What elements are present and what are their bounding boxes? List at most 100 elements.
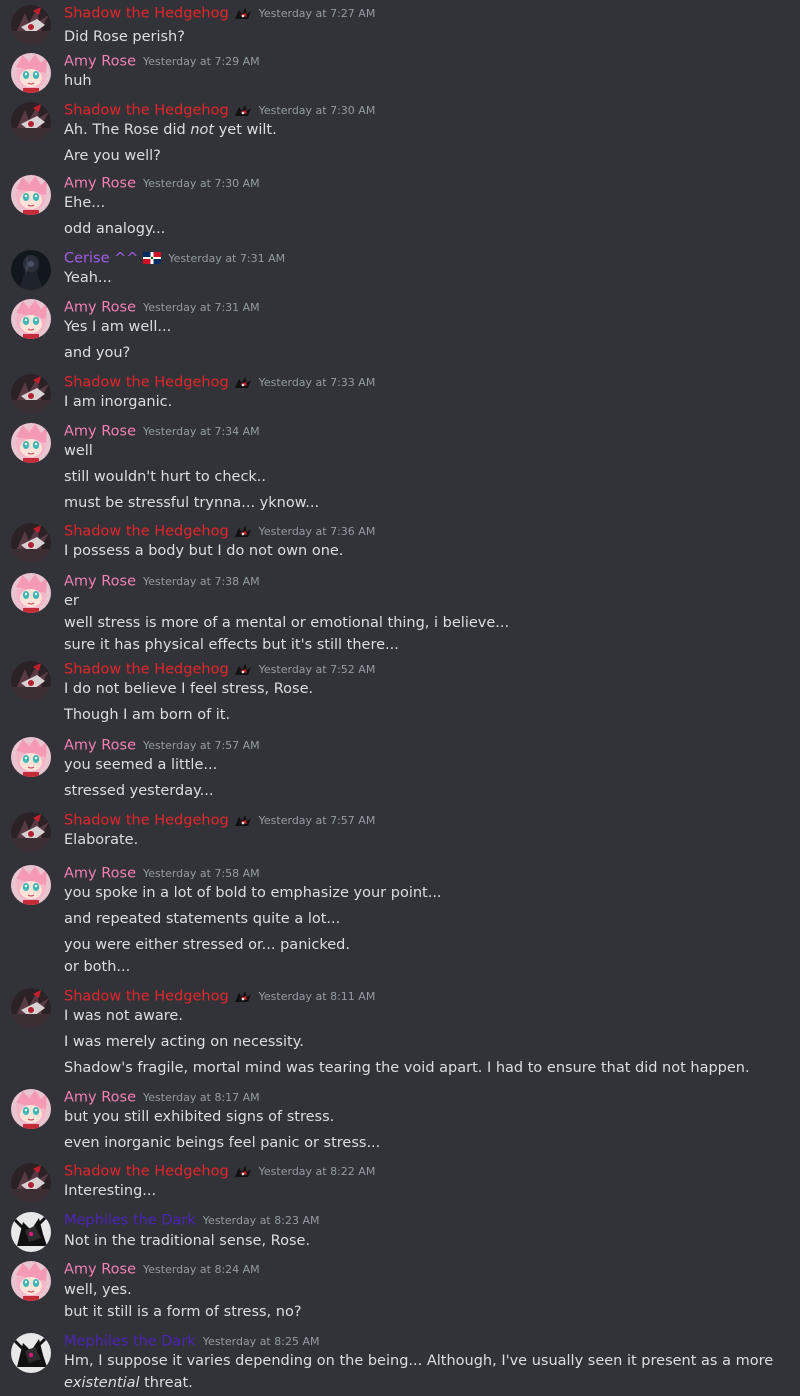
message-header: Mephiles the Dark Yesterday at 8:25 AM <box>64 1331 319 1353</box>
avatar[interactable] <box>11 1261 51 1301</box>
message-timestamp: Yesterday at 7:57 AM <box>258 814 376 827</box>
message-text: and repeated statements quite a lot... <box>64 911 341 927</box>
message-text: even inorganic beings feel panic or stre… <box>64 1135 381 1151</box>
avatar[interactable] <box>11 812 51 852</box>
author-name[interactable]: Amy Rose <box>64 738 136 754</box>
message-text: Interesting... <box>64 1183 157 1199</box>
shadow-badge-icon <box>234 7 252 21</box>
message-text: and you? <box>64 345 131 361</box>
avatar[interactable] <box>11 1163 51 1203</box>
message-text: you were either stressed or... panicked. <box>64 937 350 953</box>
message-header: Amy Rose Yesterday at 8:24 AM <box>64 1259 260 1281</box>
avatar[interactable] <box>11 53 51 93</box>
message-timestamp: Yesterday at 7:57 AM <box>143 739 260 752</box>
message-header: Shadow the Hedgehog Yesterday at 7:36 AM <box>64 521 375 543</box>
avatar[interactable] <box>11 988 51 1028</box>
message-timestamp: Yesterday at 7:33 AM <box>258 376 376 389</box>
message-header: Amy Rose Yesterday at 7:31 AM <box>64 297 260 319</box>
message-text: Ah. The Rose did not yet wilt. <box>64 120 277 140</box>
message-header: Shadow the Hedgehog Yesterday at 7:33 AM <box>64 372 375 394</box>
author-name[interactable]: Amy Rose <box>64 300 136 316</box>
avatar[interactable] <box>11 5 51 45</box>
avatar[interactable] <box>11 423 51 463</box>
message-timestamp: Yesterday at 7:34 AM <box>143 425 260 438</box>
avatar[interactable] <box>11 102 51 142</box>
author-name[interactable]: Mephiles the Dark <box>64 1334 196 1350</box>
message-text: well <box>64 443 93 459</box>
avatar[interactable] <box>11 1333 51 1373</box>
message-text: but it still is a form of stress, no? <box>64 1304 302 1320</box>
message-timestamp: Yesterday at 8:11 AM <box>258 990 376 1003</box>
author-name[interactable]: Mephiles the Dark <box>64 1213 196 1229</box>
message-text: I do not believe I feel stress, Rose. <box>64 681 314 697</box>
message-text: Hm, I suppose it varies depending on the… <box>64 1353 774 1369</box>
author-name[interactable]: Shadow the Hedgehog <box>64 1164 229 1180</box>
message-text: huh <box>64 73 92 89</box>
author-name[interactable]: Shadow the Hedgehog <box>64 6 229 22</box>
avatar[interactable] <box>11 250 51 290</box>
author-name[interactable]: Shadow the Hedgehog <box>64 524 229 540</box>
avatar[interactable] <box>11 175 51 215</box>
message-text: I was merely acting on necessity. <box>64 1034 304 1050</box>
avatar[interactable] <box>11 1212 51 1252</box>
message-header: Amy Rose Yesterday at 7:30 AM <box>64 173 260 195</box>
author-name[interactable]: Amy Rose <box>64 176 136 192</box>
message-timestamp: Yesterday at 7:29 AM <box>143 55 260 68</box>
message-text: Though I am born of it. <box>64 707 231 723</box>
dominican-flag-icon <box>143 251 162 266</box>
message-text-emphasis: not <box>190 122 215 138</box>
message-text: Yeah... <box>64 270 112 286</box>
avatar[interactable] <box>11 523 51 563</box>
message-text: you spoke in a lot of bold to emphasize … <box>64 885 442 901</box>
avatar[interactable] <box>11 573 51 613</box>
avatar[interactable] <box>11 374 51 414</box>
message-header: Amy Rose Yesterday at 7:34 AM <box>64 421 260 443</box>
author-name[interactable]: Amy Rose <box>64 574 136 590</box>
message-header: Shadow the Hedgehog Yesterday at 7:27 AM <box>64 3 375 25</box>
message-text: odd analogy... <box>64 221 166 237</box>
author-name[interactable]: Amy Rose <box>64 54 136 70</box>
shadow-badge-icon <box>234 525 252 539</box>
author-name[interactable]: Shadow the Hedgehog <box>64 989 229 1005</box>
avatar[interactable] <box>11 299 51 339</box>
author-name[interactable]: Shadow the Hedgehog <box>64 662 229 678</box>
author-name[interactable]: Amy Rose <box>64 1262 136 1278</box>
author-name[interactable]: Shadow the Hedgehog <box>64 813 229 829</box>
shadow-badge-icon <box>234 376 252 390</box>
message-header: Cerise ^^ Yesterday at 7:31 AM <box>64 248 285 270</box>
message-text: must be stressful trynna... yknow... <box>64 495 320 511</box>
message-timestamp: Yesterday at 7:36 AM <box>258 525 376 538</box>
message-text: Elaborate. <box>64 832 139 848</box>
message-header: Shadow the Hedgehog Yesterday at 8:11 AM <box>64 986 375 1008</box>
message-header: Amy Rose Yesterday at 7:57 AM <box>64 735 260 757</box>
author-name[interactable]: Shadow the Hedgehog <box>64 103 229 119</box>
author-name[interactable]: Amy Rose <box>64 424 136 440</box>
message-text: I am inorganic. <box>64 394 173 410</box>
message-text-part: yet wilt. <box>214 122 277 138</box>
author-name[interactable]: Amy Rose <box>64 866 136 882</box>
avatar[interactable] <box>11 865 51 905</box>
message-text-part: Ah. The Rose did <box>64 122 191 138</box>
message-text-part: threat. <box>139 1375 193 1391</box>
message-timestamp: Yesterday at 7:31 AM <box>168 252 286 265</box>
author-name[interactable]: Shadow the Hedgehog <box>64 375 229 391</box>
message-timestamp: Yesterday at 7:38 AM <box>143 575 260 588</box>
message-text: I was not aware. <box>64 1008 183 1024</box>
message-timestamp: Yesterday at 7:27 AM <box>258 7 376 20</box>
message-timestamp: Yesterday at 7:30 AM <box>143 177 260 190</box>
message-text: well stress is more of a mental or emoti… <box>64 615 510 631</box>
message-timestamp: Yesterday at 8:22 AM <box>258 1165 376 1178</box>
message-text: Not in the traditional sense, Rose. <box>64 1233 311 1249</box>
message-header: Shadow the Hedgehog Yesterday at 7:30 AM <box>64 100 375 122</box>
message-text: you seemed a little... <box>64 757 218 773</box>
chat-message-list[interactable]: Shadow the Hedgehog Yesterday at 7:27 AM D… <box>0 0 800 1396</box>
avatar[interactable] <box>11 1089 51 1129</box>
message-text: er <box>64 593 79 609</box>
message-timestamp: Yesterday at 8:23 AM <box>202 1214 320 1227</box>
author-name[interactable]: Cerise ^^ <box>64 251 138 267</box>
message-header: Shadow the Hedgehog Yesterday at 8:22 AM <box>64 1161 375 1183</box>
avatar[interactable] <box>11 737 51 777</box>
author-name[interactable]: Amy Rose <box>64 1090 136 1106</box>
avatar[interactable] <box>11 661 51 701</box>
message-timestamp: Yesterday at 7:58 AM <box>143 867 260 880</box>
